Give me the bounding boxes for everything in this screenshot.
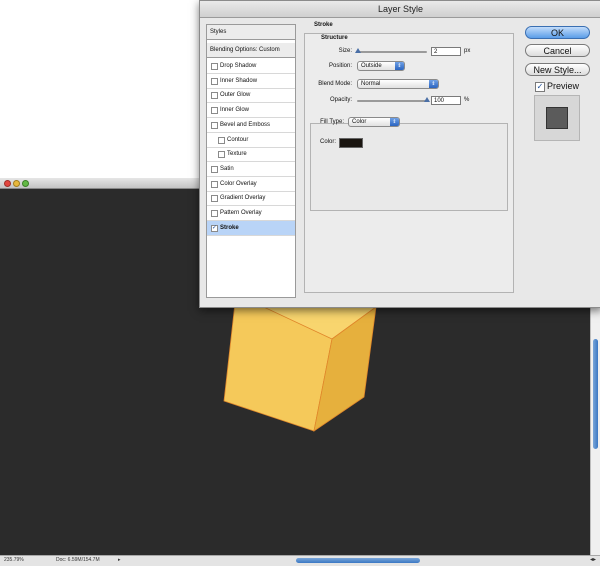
style-checkbox[interactable]: ✓ [211, 224, 218, 232]
style-checkbox[interactable] [211, 121, 218, 129]
size-slider[interactable] [357, 51, 427, 53]
style-item-satin[interactable]: Satin [207, 162, 295, 177]
scroll-arrows-icon[interactable]: ◂▸ [590, 556, 596, 563]
fill-type-group [310, 123, 508, 211]
style-item-stroke[interactable]: ✓ Stroke [207, 220, 295, 236]
blend-mode-label: Blend Mode: [318, 81, 352, 87]
blending-options-item[interactable]: Blending Options: Custom [207, 43, 295, 58]
style-checkbox[interactable] [211, 210, 218, 217]
style-checkbox[interactable] [211, 195, 218, 203]
style-checkbox[interactable] [218, 136, 225, 144]
blend-mode-select[interactable]: Normal ⇕ [357, 79, 439, 89]
position-value: Outside [361, 63, 382, 69]
dialog-title: Layer Style [200, 1, 600, 18]
fill-type-label: Fill Type: [320, 119, 344, 125]
style-preview-thumbnail [534, 95, 580, 141]
blend-mode-dropdown-icon[interactable]: ⇕ [429, 80, 438, 88]
style-checkbox[interactable] [211, 63, 218, 70]
status-menu-arrow-icon[interactable]: ▸ [118, 557, 121, 563]
status-bar: 235.79% Doc: 6.59M/154.7M ▸ ◂▸ [0, 555, 600, 566]
fill-type-select[interactable]: Color ⇕ [348, 117, 400, 127]
minimize-window-icon[interactable] [13, 180, 20, 187]
style-item-texture[interactable]: Texture [207, 147, 295, 163]
style-item-bevel-and-emboss[interactable]: Bevel and Emboss [207, 118, 295, 133]
opacity-input[interactable]: 100 [431, 96, 461, 105]
style-item-contour[interactable]: Contour [207, 133, 295, 148]
blend-mode-value: Normal [361, 81, 381, 87]
layer-style-dialog: Layer Style Styles Blending Options: Cus… [199, 0, 600, 308]
style-item-inner-shadow[interactable]: Inner Shadow [207, 74, 295, 89]
zoom-window-icon[interactable] [22, 180, 29, 187]
style-item-label: Stroke [220, 224, 239, 231]
stroke-title: Stroke [314, 22, 333, 28]
size-slider-knob[interactable] [355, 48, 361, 53]
style-item-label: Satin [220, 165, 234, 172]
close-window-icon[interactable] [4, 180, 11, 187]
preview-checkbox[interactable]: ✓ [535, 82, 545, 92]
style-item-label: Texture [227, 151, 247, 158]
document-size: Doc: 6.59M/154.7M [56, 557, 100, 563]
style-checkbox[interactable] [211, 92, 218, 100]
opacity-unit: % [464, 97, 470, 103]
ok-button[interactable]: OK [525, 26, 590, 39]
style-item-outer-glow[interactable]: Outer Glow [207, 88, 295, 104]
styles-header[interactable]: Styles [207, 25, 295, 40]
style-checkbox[interactable] [211, 180, 218, 188]
position-dropdown-icon[interactable]: ⇕ [395, 62, 404, 70]
size-input[interactable]: 2 [431, 47, 461, 56]
fill-type-value: Color [352, 119, 367, 125]
style-item-label: Drop Shadow [220, 63, 257, 69]
position-label: Position: [328, 63, 352, 69]
style-item-label: Pattern Overlay [220, 210, 262, 216]
opacity-slider-knob[interactable] [424, 97, 430, 102]
style-preview-swatch [546, 107, 568, 129]
zoom-level[interactable]: 235.79% [4, 557, 24, 563]
style-item-color-overlay[interactable]: Color Overlay [207, 177, 295, 192]
stroke-color-swatch[interactable] [339, 138, 363, 148]
new-style-button[interactable]: New Style... [525, 63, 590, 76]
structure-title: Structure [321, 35, 348, 41]
style-checkbox[interactable] [211, 77, 218, 85]
size-label: Size: [338, 48, 352, 54]
fill-type-dropdown-icon[interactable]: ⇕ [390, 118, 399, 126]
style-checkbox[interactable] [211, 165, 218, 173]
preview-label[interactable]: Preview [547, 81, 579, 91]
style-item-label: Bevel and Emboss [220, 121, 271, 128]
style-item-gradient-overlay[interactable]: Gradient Overlay [207, 191, 295, 207]
style-checkbox[interactable] [211, 107, 218, 115]
style-item-inner-glow[interactable]: Inner Glow [207, 103, 295, 119]
style-checkbox[interactable] [218, 151, 225, 159]
style-item-label: Gradient Overlay [220, 195, 266, 202]
style-item-drop-shadow[interactable]: Drop Shadow [207, 59, 295, 74]
style-item-label: Inner Glow [220, 107, 250, 114]
cancel-button[interactable]: Cancel [525, 44, 590, 57]
style-item-label: Inner Shadow [220, 77, 258, 84]
opacity-label: Opacity: [329, 97, 352, 103]
color-label: Color: [319, 139, 336, 145]
size-unit: px [464, 48, 471, 54]
style-item-label: Outer Glow [220, 92, 251, 99]
stroke-panel: Stroke Structure Size: 2 px Position: Ou… [304, 19, 514, 297]
opacity-slider[interactable] [357, 100, 427, 102]
styles-list: Styles Blending Options: Custom Drop Sha… [206, 24, 296, 298]
position-select[interactable]: Outside ⇕ [357, 61, 405, 71]
style-item-pattern-overlay[interactable]: Pattern Overlay [207, 206, 295, 221]
style-item-label: Color Overlay [220, 180, 257, 187]
horizontal-scroll-thumb[interactable] [296, 558, 420, 563]
vertical-scroll-thumb[interactable] [593, 339, 598, 449]
style-item-label: Contour [227, 136, 249, 143]
